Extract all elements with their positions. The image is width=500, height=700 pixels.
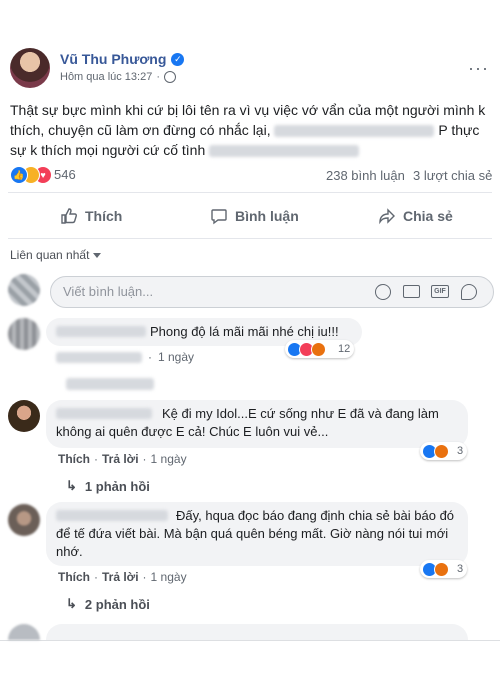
comment-actions: · 1 ngày (56, 350, 194, 364)
author-name[interactable]: Vũ Thu Phương (60, 51, 166, 67)
commenter-avatar[interactable] (8, 400, 40, 432)
redacted-text (209, 145, 360, 158)
comment-icon (211, 209, 227, 225)
comment-reactions[interactable]: 3 (420, 560, 468, 578)
camera-icon[interactable] (403, 285, 420, 298)
globe-icon (164, 71, 177, 83)
comment-time[interactable]: 1 ngày (151, 452, 187, 466)
reply-arrow-icon: ↳ (66, 596, 77, 611)
comment-text: Phong độ lá mãi mãi nhé chị iu!!! (150, 324, 339, 339)
comment (46, 624, 468, 640)
comment-reactions[interactable]: 3 (420, 442, 468, 460)
reaction-count: 546 (54, 167, 76, 182)
comment-actions: Thích · Trả lời · 1 ngày (58, 452, 187, 466)
post-card: Vũ Thu Phương ✓ Hôm qua lúc 13:27 · ··· … (0, 0, 500, 641)
gif-icon[interactable]: GIF (431, 285, 449, 298)
emoji-icon[interactable] (375, 284, 391, 300)
comment-sort-dropdown[interactable]: Liên quan nhất (10, 248, 102, 262)
viewer-avatar (8, 274, 40, 306)
angry-reaction-icon (434, 561, 449, 577)
author-row: Vũ Thu Phương ✓ (60, 51, 185, 67)
comment-reactions[interactable]: 12 (285, 340, 355, 358)
comment-input[interactable]: Viết bình luận... GIF (50, 276, 494, 308)
post-meta: Hôm qua lúc 13:27 · (60, 71, 177, 83)
verified-icon: ✓ (171, 52, 185, 66)
comment-actions: Thích · Trả lời · 1 ngày (58, 570, 187, 584)
post-time[interactable]: Hôm qua lúc 13:27 (60, 71, 152, 83)
angry-reaction-icon (434, 443, 449, 459)
commenter-name[interactable] (56, 326, 146, 337)
like-icon (61, 208, 77, 224)
commenter-avatar[interactable] (8, 318, 40, 350)
sticker-icon[interactable] (461, 284, 477, 300)
comment-reply-link[interactable]: Trả lời (102, 570, 139, 584)
reaction-summary[interactable]: 👍 ♥ 546 (10, 166, 80, 184)
more-icon[interactable]: ··· (468, 58, 489, 79)
comment-like-link[interactable]: Thích (58, 570, 90, 584)
angry-reaction-icon (311, 341, 326, 357)
share-count[interactable]: 3 lượt chia sẻ (413, 168, 492, 183)
divider (8, 238, 492, 239)
like-reaction-icon: 👍 (10, 166, 28, 184)
comment-reply-link[interactable]: Trả lời (102, 452, 139, 466)
comment-count[interactable]: 238 bình luận (326, 168, 405, 183)
view-replies-link[interactable]: ↳ 2 phản hồi (66, 596, 150, 612)
comment-text: Kệ đi my Idol...E cứ sống như E đã và đa… (56, 406, 439, 439)
comment-time[interactable]: 1 ngày (158, 350, 194, 364)
comment-time[interactable]: 1 ngày (151, 570, 187, 584)
share-button[interactable]: Chia sẻ (378, 198, 453, 234)
comment-text: Đấy, hqua đọc báo đang định chia sẻ bài … (56, 508, 455, 559)
author-avatar[interactable] (10, 48, 50, 88)
comment-like-link[interactable]: Thích (58, 452, 90, 466)
comment-button[interactable]: Bình luận (210, 198, 299, 234)
share-icon (379, 208, 395, 225)
comment-placeholder: Viết bình luận... (63, 284, 154, 299)
view-replies-link[interactable]: ↳ 1 phản hồi (66, 478, 150, 494)
divider (8, 192, 492, 193)
like-button[interactable]: Thích (60, 198, 122, 234)
caret-down-icon (93, 252, 102, 258)
reply-arrow-icon: ↳ (66, 478, 77, 493)
commenter-avatar (8, 624, 40, 640)
redacted-text (274, 125, 435, 138)
redacted-row (66, 378, 154, 390)
commenter-avatar[interactable] (8, 504, 40, 536)
comment: Đấy, hqua đọc báo đang định chia sẻ bài … (46, 502, 468, 566)
comment: Kệ đi my Idol...E cứ sống như E đã và đa… (46, 400, 468, 448)
post-text: Thật sự bực mình khi cứ bị lôi tên ra vì… (10, 102, 486, 158)
